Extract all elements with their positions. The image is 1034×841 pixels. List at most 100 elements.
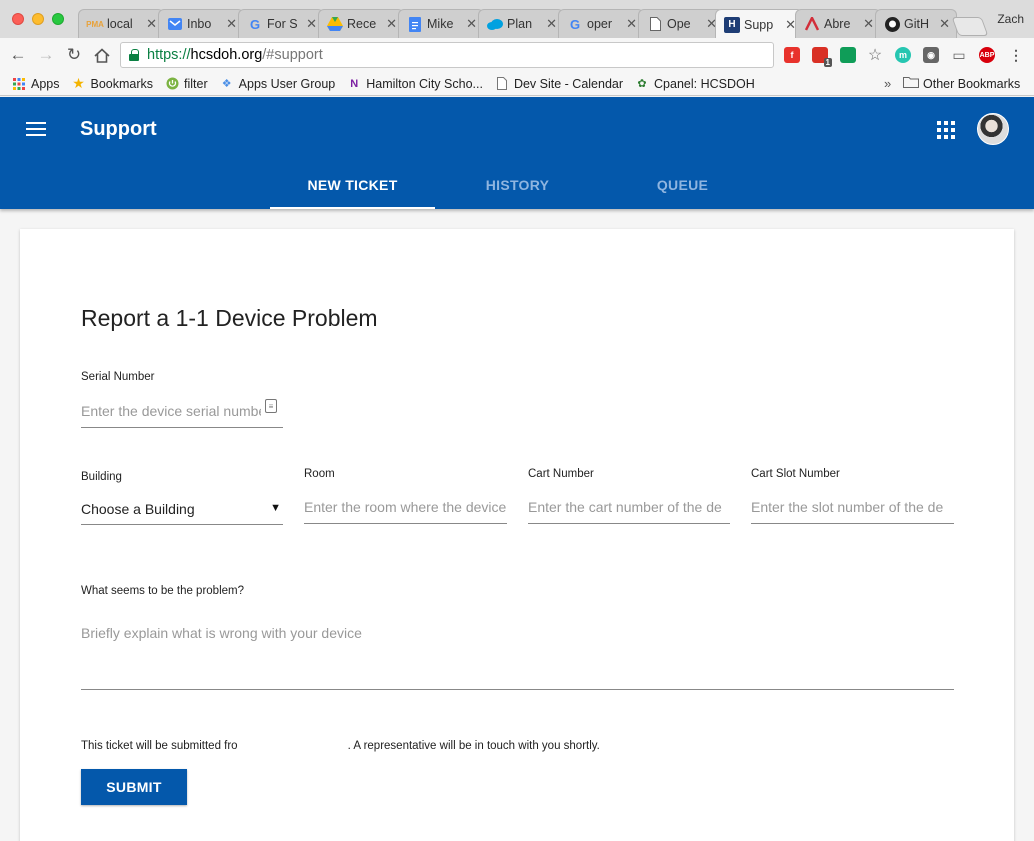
phpmyadmin-icon: PMA — [86, 19, 104, 29]
bookmark-apps[interactable]: Apps — [12, 77, 60, 91]
submit-button[interactable]: SUBMIT — [81, 769, 187, 805]
submit-note: This ticket will be submitted fro. A rep… — [81, 740, 600, 753]
tab-close-icon[interactable]: ✕ — [939, 16, 950, 32]
browser-tab[interactable]: G For S ✕ — [238, 9, 324, 38]
cloud-icon — [487, 16, 503, 32]
star-icon: ★ — [72, 75, 85, 91]
calendar-extension-icon[interactable]: 1 — [812, 47, 832, 67]
tab-queue[interactable]: QUEUE — [600, 161, 765, 209]
apps-grid-icon[interactable] — [937, 121, 955, 139]
ticket-form-card: Report a 1-1 Device Problem Serial Numbe… — [20, 229, 1014, 841]
notification-count-badge: 1 — [823, 58, 832, 67]
tab-close-icon[interactable]: ✕ — [546, 16, 557, 32]
location-extension-icon[interactable]: ◉ — [923, 47, 939, 63]
google-icon: G — [249, 16, 261, 32]
classroom-extension-icon[interactable] — [840, 47, 856, 63]
building-select[interactable]: Choose a Building ▼ — [81, 493, 283, 525]
contact-card-icon[interactable]: ≡ — [265, 399, 277, 413]
page-title: Support — [80, 118, 157, 140]
window-minimize-button[interactable] — [32, 13, 44, 25]
cart-number-input[interactable] — [528, 490, 730, 524]
window-close-button[interactable] — [12, 13, 24, 25]
building-select-value: Choose a Building — [81, 500, 195, 517]
other-bookmarks-folder[interactable]: Other Bookmarks — [903, 76, 1020, 91]
serial-number-input[interactable] — [81, 394, 283, 428]
browser-tab[interactable]: Plan ✕ — [478, 9, 564, 38]
dropdown-arrow-icon: ▼ — [270, 502, 281, 514]
github-icon — [884, 16, 900, 32]
app-tabs: NEW TICKET HISTORY QUEUE — [0, 161, 1034, 209]
inbox-icon — [167, 16, 183, 32]
tab-close-icon[interactable]: ✕ — [146, 16, 157, 32]
new-tab-button[interactable] — [951, 17, 989, 36]
browser-toolbar: ← → ↻ https://hcsdoh.org/#support f 1 ☆ … — [0, 38, 1034, 72]
hcsdoh-icon: H — [724, 16, 740, 33]
serial-number-label: Serial Number — [81, 371, 155, 383]
address-bar[interactable]: https://hcsdoh.org/#support — [120, 42, 774, 68]
adblock-plus-icon[interactable]: ABP — [979, 47, 995, 63]
bookmarks-overflow-chevron[interactable]: » — [884, 76, 891, 91]
dropbox-icon: ❖ — [221, 78, 232, 90]
window-zoom-button[interactable] — [52, 13, 64, 25]
cart-slot-input[interactable] — [751, 490, 954, 524]
browser-tab[interactable]: Rece ✕ — [318, 9, 404, 38]
tab-close-icon[interactable]: ✕ — [466, 16, 477, 32]
browser-tab[interactable]: PMA local ✕ — [78, 9, 164, 38]
browser-tab-strip: PMA local ✕ Inbo ✕ G For S ✕ Rece ✕ Mike ✕ Pl… — [0, 0, 1034, 39]
problem-label: What seems to be the problem? — [81, 585, 244, 597]
google-drive-icon — [327, 16, 343, 32]
bookmark-cpanel[interactable]: ✿ Cpanel: HCSDOH — [635, 77, 754, 91]
browser-tab-active[interactable]: H Supp ✕ — [715, 9, 803, 39]
forward-arrow-icon[interactable]: → — [36, 45, 56, 65]
page-icon — [495, 77, 509, 91]
star-icon[interactable]: ☆ — [867, 47, 883, 64]
home-icon[interactable] — [92, 45, 112, 65]
cpanel-icon: ✿ — [637, 78, 647, 90]
bookmark-dev-site-calendar[interactable]: Dev Site - Calendar — [495, 77, 623, 91]
bookmark-hamilton-city-schools[interactable]: N Hamilton City Scho... — [347, 77, 483, 91]
power-icon — [165, 77, 179, 91]
bookmark-bookmarks[interactable]: ★ Bookmarks — [72, 75, 153, 91]
cart-number-label: Cart Number — [528, 468, 594, 480]
room-input[interactable] — [304, 490, 507, 524]
tab-close-icon[interactable]: ✕ — [626, 16, 637, 32]
m-extension-icon[interactable]: m — [895, 47, 911, 63]
problem-textarea[interactable] — [81, 615, 954, 690]
back-arrow-icon[interactable]: ← — [8, 45, 28, 65]
building-label: Building — [81, 471, 122, 483]
tab-close-icon[interactable]: ✕ — [863, 16, 874, 32]
google-icon: G — [569, 16, 581, 32]
page-icon — [647, 16, 663, 32]
tab-close-icon[interactable]: ✕ — [306, 16, 317, 32]
tab-history[interactable]: HISTORY — [435, 161, 600, 209]
app-bar: Support NEW TICKET HISTORY QUEUE — [0, 97, 1034, 209]
hamburger-menu-icon[interactable] — [26, 122, 46, 136]
cart-slot-label: Cart Slot Number — [751, 468, 840, 480]
google-docs-icon — [407, 16, 423, 32]
folder-icon — [903, 76, 919, 91]
browser-tab[interactable]: Ope ✕ — [638, 9, 724, 38]
form-title: Report a 1-1 Device Problem — [81, 305, 378, 331]
apps-grid-icon — [12, 77, 26, 91]
reload-icon[interactable]: ↻ — [64, 45, 84, 65]
school-logo-icon: N — [350, 77, 359, 90]
redacted-email — [237, 740, 348, 752]
lock-icon — [129, 49, 139, 61]
avatar[interactable] — [977, 113, 1009, 145]
browser-tab[interactable]: G oper ✕ — [558, 9, 644, 38]
tab-new-ticket[interactable]: NEW TICKET — [270, 161, 435, 209]
cast-icon[interactable]: ▭ — [951, 47, 967, 63]
browser-tab[interactable]: GitH ✕ — [875, 9, 957, 38]
browser-tab[interactable]: Abre ✕ — [795, 9, 881, 38]
menu-kebab-icon[interactable]: ⋮ — [1008, 47, 1024, 63]
tab-close-icon[interactable]: ✕ — [386, 16, 397, 32]
tab-close-icon[interactable]: ✕ — [226, 16, 237, 32]
bookmark-apps-user-group[interactable]: ❖ Apps User Group — [220, 77, 336, 91]
bookmarks-bar: Apps ★ Bookmarks filter ❖ Apps User Grou… — [0, 72, 1034, 96]
browser-tab[interactable]: Mike ✕ — [398, 9, 484, 38]
abre-icon — [804, 16, 820, 32]
flipboard-extension-icon[interactable]: f — [784, 47, 800, 63]
bookmark-filter[interactable]: filter — [165, 77, 208, 91]
browser-tab[interactable]: Inbo ✕ — [158, 9, 244, 38]
browser-profile-name[interactable]: Zach — [997, 12, 1024, 26]
